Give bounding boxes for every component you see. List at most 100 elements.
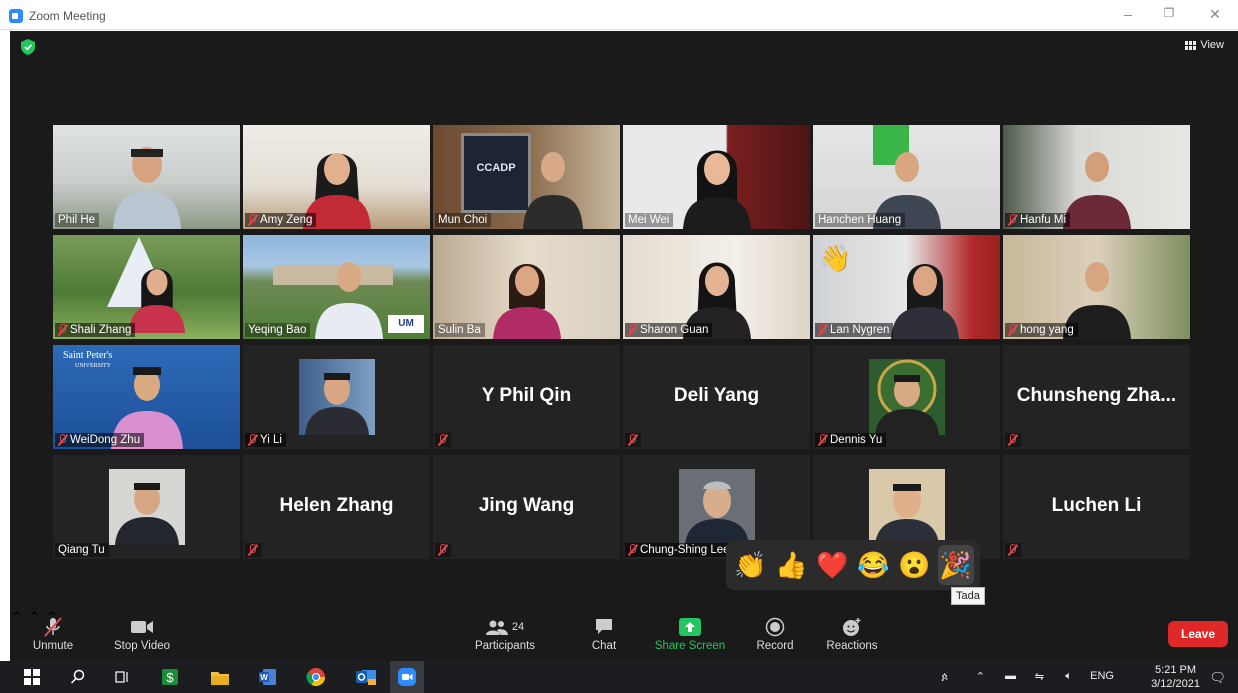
- word-icon[interactable]: W: [256, 665, 280, 689]
- show-hidden-icons-caret[interactable]: ⌃: [976, 670, 985, 683]
- video-tile[interactable]: Dennis Yu: [813, 345, 1000, 449]
- heart-reaction-button[interactable]: ❤️: [815, 545, 851, 585]
- muted-mic-icon: [248, 434, 257, 446]
- video-tile[interactable]: Helen Zhang: [243, 455, 430, 559]
- participant-name-label: hong yang: [1005, 323, 1078, 337]
- participant-name-placeholder: Y Phil Qin: [481, 385, 572, 406]
- network-icon[interactable]: ⇋: [1035, 670, 1044, 683]
- file-explorer-icon[interactable]: [208, 665, 232, 689]
- participant-name-label: Lan Nygren: [815, 323, 894, 337]
- leave-button[interactable]: Leave: [1168, 621, 1228, 647]
- stop-video-button[interactable]: Stop Video: [110, 614, 174, 652]
- video-tile[interactable]: Shali Zhang: [53, 235, 240, 339]
- grid-icon: [1185, 40, 1197, 50]
- participant-name-label: Phil He: [55, 213, 100, 227]
- notifications-icon[interactable]: 🗨︎: [1209, 670, 1226, 686]
- muted-mic-icon: [438, 544, 447, 556]
- participant-name-label: Hanfu Mi: [1005, 213, 1071, 227]
- unmute-button[interactable]: Unmute: [28, 614, 78, 652]
- video-tile[interactable]: Hanchen Huang: [813, 125, 1000, 229]
- video-tile[interactable]: Amy Zeng: [243, 125, 430, 229]
- participant-name-label: Shali Zhang: [55, 323, 136, 337]
- outlook-icon[interactable]: [354, 665, 378, 689]
- video-tile[interactable]: Sulin Ba: [433, 235, 620, 339]
- finance-app-icon[interactable]: $: [158, 665, 182, 689]
- task-view-icon[interactable]: [110, 665, 134, 689]
- participant-name-label: Qiang Tu: [55, 543, 109, 557]
- taskbar-clock[interactable]: 5:21 PM 3/12/2021: [1151, 663, 1200, 691]
- muted-mic-icon: [1008, 214, 1017, 226]
- svg-text:$: $: [166, 670, 174, 685]
- participants-button[interactable]: 24 Participants: [470, 614, 540, 652]
- muted-mic-icon: [628, 434, 637, 446]
- tada-reaction-button[interactable]: 🎉: [937, 545, 974, 585]
- video-tile[interactable]: CCADP Mun Choi: [433, 125, 620, 229]
- video-tile[interactable]: Qiang Tu: [53, 455, 240, 559]
- video-tile[interactable]: Saint Peter's UNIVERSITY WeiDong Zhu: [53, 345, 240, 449]
- audio-options-caret-icon[interactable]: ⌃: [10, 610, 23, 627]
- muted-mic-icon: [628, 324, 637, 336]
- thumbs-up-reaction-button[interactable]: 👍: [774, 545, 810, 585]
- participant-video: [682, 150, 751, 229]
- participant-name-label: [435, 433, 451, 447]
- restore-button[interactable]: ❐: [1159, 6, 1179, 20]
- video-tile[interactable]: Phil He: [53, 125, 240, 229]
- share-screen-button[interactable]: Share Screen: [650, 614, 730, 652]
- record-button[interactable]: Record: [750, 614, 800, 652]
- participant-name-label: Yeqing Bao: [245, 323, 311, 337]
- language-indicator[interactable]: ENG: [1090, 670, 1114, 682]
- zoom-taskbar-icon[interactable]: [390, 661, 424, 693]
- search-icon[interactable]: [66, 665, 90, 689]
- video-tile[interactable]: Deli Yang: [623, 345, 810, 449]
- participant-count: 24: [511, 621, 525, 633]
- battery-icon[interactable]: ▬: [1005, 670, 1016, 682]
- encryption-shield-icon[interactable]: [21, 39, 35, 55]
- minimize-button[interactable]: –: [1118, 6, 1138, 22]
- joy-reaction-button[interactable]: 😂: [856, 545, 892, 585]
- share-screen-icon: [679, 618, 701, 636]
- clock-time: 5:21 PM: [1155, 664, 1197, 676]
- muted-mic-icon: [58, 434, 67, 446]
- close-button[interactable]: ✕: [1205, 6, 1225, 23]
- chrome-icon[interactable]: [304, 665, 328, 689]
- profile-photo: [868, 359, 945, 435]
- video-tile[interactable]: Jing Wang: [433, 455, 620, 559]
- participant-name-label: Mei Wei: [625, 213, 674, 227]
- volume-icon[interactable]: 🔈︎: [1065, 670, 1072, 683]
- video-tile[interactable]: UM Yeqing Bao: [243, 235, 430, 339]
- zoom-window: Zoom Meeting – ❐ ✕ View Phil He Amy Zeng: [0, 0, 1238, 693]
- participants-icon: [485, 620, 508, 635]
- video-tile[interactable]: Hanfu Mi: [1003, 125, 1190, 229]
- participant-name-label: WeiDong Zhu: [55, 433, 145, 447]
- reactions-button[interactable]: Reactions: [820, 614, 884, 652]
- people-icon[interactable]: ጶ: [941, 670, 948, 685]
- video-tile[interactable]: Yi Li: [243, 345, 430, 449]
- clap-reaction-button[interactable]: 👏: [733, 545, 769, 585]
- open-mouth-reaction-button[interactable]: 😮: [897, 545, 933, 585]
- video-tile[interactable]: Y Phil Qin: [433, 345, 620, 449]
- muted-mic-icon: [818, 434, 827, 446]
- chat-button[interactable]: Chat: [584, 614, 624, 652]
- participant-video: [112, 147, 181, 229]
- video-tile[interactable]: Luchen Li: [1003, 455, 1190, 559]
- view-label: View: [1200, 39, 1224, 51]
- video-tile[interactable]: Mei Wei: [623, 125, 810, 229]
- participant-name-label: [1005, 543, 1021, 557]
- participant-name-placeholder: Helen Zhang: [279, 495, 394, 516]
- video-tile[interactable]: hong yang: [1003, 235, 1190, 339]
- window-title: Zoom Meeting: [29, 9, 106, 23]
- svg-text:W: W: [260, 673, 268, 682]
- video-tile[interactable]: Chunsheng Zha...: [1003, 345, 1190, 449]
- university-logo: UM: [388, 315, 424, 333]
- title-bar: Zoom Meeting – ❐ ✕: [0, 0, 1238, 30]
- participant-name-placeholder: Luchen Li: [1051, 495, 1142, 516]
- video-tile[interactable]: 👋 Lan Nygren: [813, 235, 1000, 339]
- windows-start-icon[interactable]: [20, 665, 44, 689]
- reactions-popup: 👏 👍 ❤️ 😂 😮 🎉: [726, 540, 980, 590]
- profile-photo: [298, 359, 375, 435]
- profile-photo: [108, 469, 185, 545]
- view-button[interactable]: View: [1185, 39, 1224, 51]
- video-tile[interactable]: Sharon Guan: [623, 235, 810, 339]
- record-icon: [765, 617, 785, 637]
- muted-mic-icon: [818, 324, 827, 336]
